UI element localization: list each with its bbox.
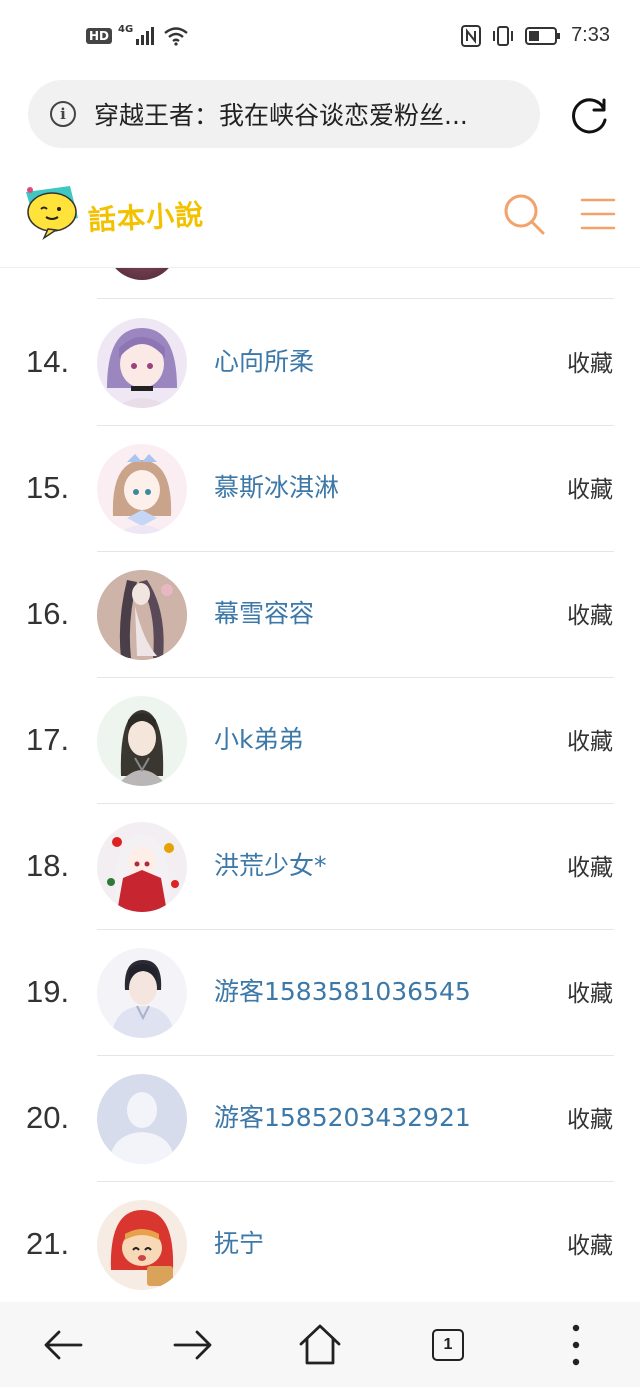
tabs-button[interactable]: 1 xyxy=(423,1320,473,1370)
avatar xyxy=(104,268,180,280)
site-logo[interactable]: 話本小說 xyxy=(22,182,222,246)
hd-badge: HD xyxy=(86,28,113,44)
avatar-image xyxy=(97,570,187,660)
fan-name[interactable]: 洪荒少女* xyxy=(214,846,327,882)
status-clock: 7:33 xyxy=(571,24,610,46)
rank-number: 21. xyxy=(26,1226,70,1261)
favorite-button[interactable]: 收藏 xyxy=(567,596,613,630)
address-bar[interactable]: i 穿越王者：我在峡谷谈恋爱粉丝... xyxy=(28,80,540,148)
favorite-button[interactable]: 收藏 xyxy=(567,470,613,504)
info-icon[interactable]: i xyxy=(50,101,76,127)
list-item[interactable]: 17. 小k弟弟 收藏 xyxy=(0,678,640,804)
more-menu-icon[interactable] xyxy=(551,1320,601,1370)
fan-name[interactable]: 幕雪容容 xyxy=(214,594,314,630)
page-title[interactable]: 穿越王者：我在峡谷谈恋爱粉丝... xyxy=(94,96,524,132)
avatar[interactable] xyxy=(97,696,187,786)
favorite-button[interactable]: 收藏 xyxy=(567,344,613,378)
rank-number: 19. xyxy=(26,974,70,1009)
favorite-button[interactable]: 收藏 xyxy=(567,722,613,756)
rank-number: 14. xyxy=(26,344,70,379)
avatar[interactable] xyxy=(97,318,187,408)
avatar[interactable] xyxy=(97,570,187,660)
favorite-button[interactable]: 收藏 xyxy=(567,974,613,1008)
signal-icon xyxy=(136,27,155,45)
fan-ranking-list[interactable]: 14. 心向所柔 收藏 15. 慕斯冰淇淋 收藏 16. 幕雪容容 收藏 17.… xyxy=(0,268,640,1302)
search-icon[interactable] xyxy=(502,192,546,236)
favorite-button[interactable]: 收藏 xyxy=(567,1100,613,1134)
site-header: 話本小說 xyxy=(0,160,640,268)
list-item[interactable]: 19. 游客1583581036545 收藏 xyxy=(0,930,640,1056)
list-item[interactable]: 16. 幕雪容容 收藏 xyxy=(0,552,640,678)
default-avatar-icon xyxy=(97,1074,187,1164)
favorite-button[interactable]: 收藏 xyxy=(567,1226,613,1260)
list-item[interactable]: 18. 洪荒少女* 收藏 xyxy=(0,804,640,930)
status-right: 7:33 xyxy=(461,24,610,47)
rank-number: 20. xyxy=(26,1100,70,1135)
rank-number: 16. xyxy=(26,596,70,631)
fan-name[interactable]: 游客1583581036545 xyxy=(214,972,471,1008)
avatar-image xyxy=(97,822,187,912)
battery-icon xyxy=(525,26,561,45)
avatar-image xyxy=(97,948,187,1038)
browser-bottom-nav: 1 xyxy=(0,1302,640,1387)
forward-arrow-icon[interactable] xyxy=(167,1320,217,1370)
list-item[interactable]: 21. 抚宁 收藏 xyxy=(0,1182,640,1302)
wifi-icon xyxy=(164,27,188,46)
vibrate-icon xyxy=(493,25,514,46)
avatar-image xyxy=(97,318,187,408)
fan-name[interactable]: 心向所柔 xyxy=(214,342,314,378)
avatar[interactable] xyxy=(97,948,187,1038)
home-icon[interactable] xyxy=(295,1320,345,1370)
network-type: 4G xyxy=(118,23,134,35)
avatar[interactable] xyxy=(97,1074,187,1164)
list-item[interactable]: 15. 慕斯冰淇淋 收藏 xyxy=(0,426,640,552)
favorite-button[interactable]: 收藏 xyxy=(567,848,613,882)
nfc-icon xyxy=(461,24,482,47)
list-item[interactable]: 14. 心向所柔 收藏 xyxy=(0,300,640,426)
logo-text: 話本小說 xyxy=(87,197,205,238)
rank-number: 18. xyxy=(26,848,70,883)
fan-name[interactable]: 小k弟弟 xyxy=(214,720,303,756)
avatar[interactable] xyxy=(97,1200,187,1290)
status-bar: HD 4G 7:33 xyxy=(0,0,640,80)
refresh-icon[interactable] xyxy=(568,94,612,138)
back-arrow-icon[interactable] xyxy=(39,1320,89,1370)
avatar-image xyxy=(97,696,187,786)
fan-name[interactable]: 抚宁 xyxy=(214,1224,264,1260)
divider xyxy=(97,298,614,299)
tab-count: 1 xyxy=(432,1329,464,1361)
fan-name[interactable]: 游客1585203432921 xyxy=(214,1098,471,1134)
rank-number: 17. xyxy=(26,722,70,757)
avatar[interactable] xyxy=(97,444,187,534)
rank-number: 15. xyxy=(26,470,70,505)
menu-icon[interactable] xyxy=(580,196,616,232)
logo-icon xyxy=(26,186,78,241)
fan-name[interactable]: 慕斯冰淇淋 xyxy=(214,468,339,504)
avatar-image xyxy=(97,444,187,534)
list-item[interactable]: 20. 游客1585203432921 收藏 xyxy=(0,1056,640,1182)
status-left: HD 4G xyxy=(86,23,189,46)
avatar[interactable] xyxy=(97,822,187,912)
avatar-image xyxy=(97,1200,187,1290)
